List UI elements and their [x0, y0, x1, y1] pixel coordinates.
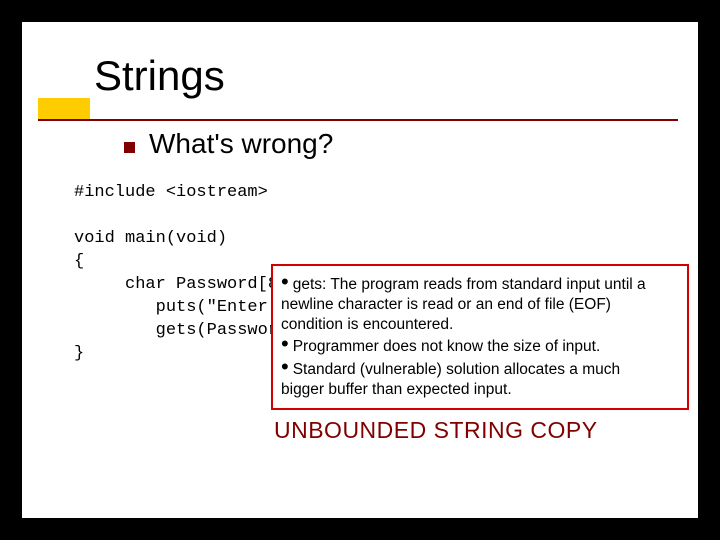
callout-text: Programmer does not know the size of inp…: [293, 337, 601, 357]
slide: Strings What's wrong? #include <iostream…: [22, 22, 698, 518]
emphasis-headline: UNBOUNDED STRING COPY: [274, 417, 598, 444]
callout-box: • gets: The program reads from standard …: [271, 264, 689, 410]
callout-item: • gets: The program reads from standard …: [281, 272, 679, 295]
title-area: Strings: [22, 22, 698, 100]
callout-text: newline character is read or an end of f…: [281, 295, 679, 315]
accent-bar: [38, 98, 90, 120]
subtitle-row: What's wrong?: [22, 128, 698, 160]
slide-subtitle: What's wrong?: [149, 128, 333, 160]
code-line: void main(void): [74, 229, 227, 248]
callout-segment: The program reads from standard input un…: [326, 276, 645, 293]
callout-text: bigger buffer than expected input.: [281, 380, 679, 400]
code-line: #include <iostream>: [74, 183, 268, 202]
callout-label: gets:: [293, 276, 327, 293]
bullet-dot-icon: •: [281, 334, 289, 354]
callout-text: gets: The program reads from standard in…: [293, 275, 646, 295]
code-line: }: [74, 344, 84, 363]
code-line: puts("Enter: [74, 298, 278, 317]
bullet-dot-icon: •: [281, 272, 289, 292]
code-line: char Password[8: [74, 275, 278, 294]
callout-item: • Programmer does not know the size of i…: [281, 334, 679, 357]
callout-text: condition is encountered.: [281, 315, 679, 335]
callout-item: • Standard (vulnerable) solution allocat…: [281, 357, 679, 380]
bullet-square-icon: [124, 142, 135, 153]
title-underline: [38, 119, 678, 121]
code-line: {: [74, 252, 84, 271]
callout-text: Standard (vulnerable) solution allocates…: [293, 360, 620, 380]
code-line: gets(Passwor: [74, 321, 278, 340]
slide-title: Strings: [94, 52, 698, 100]
bullet-dot-icon: •: [281, 357, 289, 377]
